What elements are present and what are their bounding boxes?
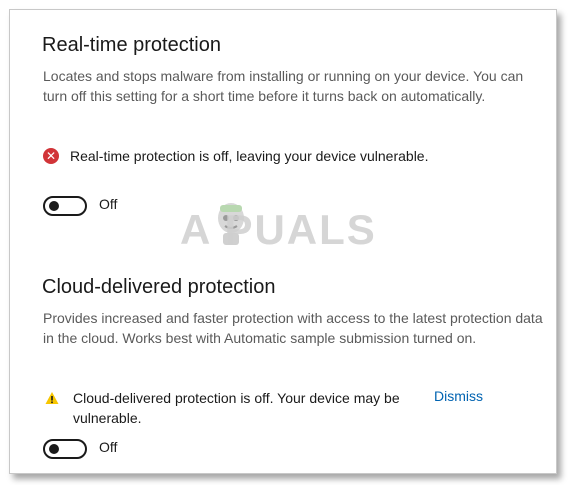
realtime-toggle-label: Off <box>99 196 118 212</box>
appuals-watermark: A PUALS <box>180 206 377 253</box>
cloud-protection-description: Provides increased and faster protection… <box>43 310 543 346</box>
cloud-protection-title: Cloud-delivered protection <box>42 276 276 298</box>
warning-triangle-icon <box>45 392 59 404</box>
toggle-knob <box>49 444 59 454</box>
toggle-knob <box>49 201 59 211</box>
error-circle-icon: ✕ <box>43 148 59 164</box>
cloud-protection-toggle[interactable] <box>43 439 87 459</box>
cloud-toggle-label: Off <box>99 439 118 455</box>
dismiss-link[interactable]: Dismiss <box>434 388 483 404</box>
settings-panel: Real-time protection Locates and stops m… <box>9 9 557 474</box>
realtime-protection-toggle[interactable] <box>43 196 87 216</box>
cloud-status-text-line1: Cloud-delivered protection is off. Your … <box>73 390 400 406</box>
realtime-status-text: Real-time protection is off, leaving you… <box>70 148 429 164</box>
realtime-protection-title: Real-time protection <box>42 34 221 56</box>
realtime-protection-description: Locates and stops malware from installin… <box>43 68 524 104</box>
cloud-status-text-line2: vulnerable. <box>73 410 142 426</box>
